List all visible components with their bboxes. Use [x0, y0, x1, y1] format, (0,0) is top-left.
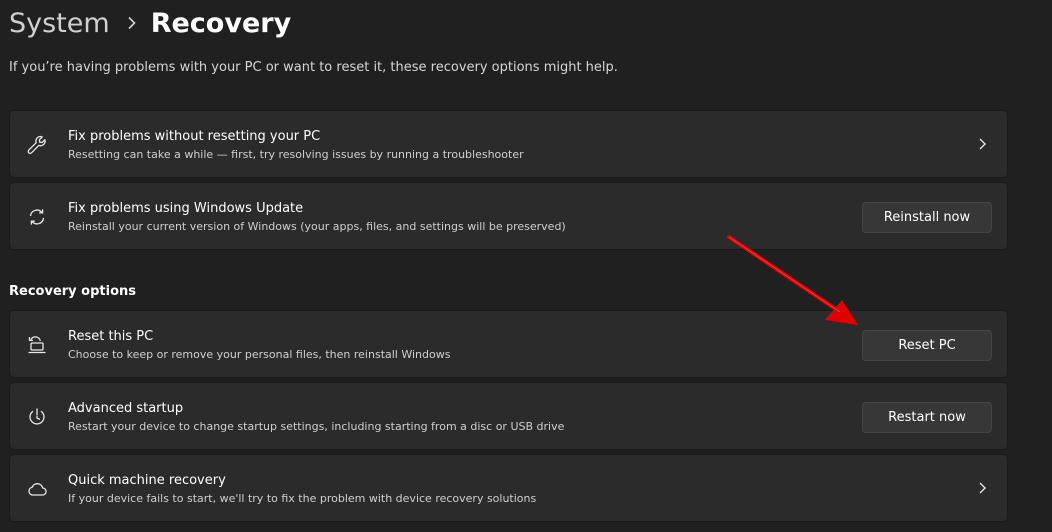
- reset-pc-button[interactable]: Reset PC: [862, 330, 992, 361]
- sync-icon: [26, 206, 48, 228]
- card-description: Reinstall your current version of Window…: [68, 220, 566, 233]
- card-title: Advanced startup: [68, 401, 184, 416]
- reset-pc-icon: [26, 334, 48, 356]
- cloud-icon: [26, 478, 48, 500]
- card-title: Quick machine recovery: [68, 473, 226, 488]
- reinstall-now-button[interactable]: Reinstall now: [862, 202, 992, 233]
- card-title: Fix problems using Windows Update: [68, 201, 304, 216]
- breadcrumb-system-link[interactable]: System: [9, 8, 110, 39]
- annotation-arrow-icon: [727, 235, 858, 325]
- chevron-right-icon: [127, 16, 137, 30]
- card-fix-problems-troubleshooter[interactable]: Fix problems without resetting your PC R…: [9, 110, 1008, 178]
- wrench-icon: [26, 134, 48, 156]
- card-description: Resetting can take a while — first, try …: [68, 148, 524, 161]
- card-description: Restart your device to change startup se…: [68, 420, 565, 433]
- page-title: Recovery: [150, 7, 292, 39]
- card-reset-this-pc: Reset this PC Choose to keep or remove y…: [9, 310, 1008, 378]
- card-description: Choose to keep or remove your personal f…: [68, 348, 451, 361]
- card-fix-problems-windows-update: Fix problems using Windows Update Reinst…: [9, 182, 1008, 250]
- page-description: If you’re having problems with your PC o…: [9, 60, 618, 75]
- power-restart-icon: [26, 406, 48, 428]
- card-description: If your device fails to start, we'll try…: [68, 492, 537, 505]
- chevron-right-icon[interactable]: [975, 481, 989, 495]
- card-quick-machine-recovery[interactable]: Quick machine recovery If your device fa…: [9, 454, 1008, 522]
- card-title: Fix problems without resetting your PC: [68, 129, 321, 144]
- card-advanced-startup: Advanced startup Restart your device to …: [9, 382, 1008, 450]
- card-title: Reset this PC: [68, 329, 154, 344]
- breadcrumb: System Recovery: [9, 4, 291, 42]
- chevron-right-icon[interactable]: [975, 137, 989, 151]
- section-title-recovery-options: Recovery options: [9, 284, 136, 299]
- restart-now-button[interactable]: Restart now: [862, 402, 992, 433]
